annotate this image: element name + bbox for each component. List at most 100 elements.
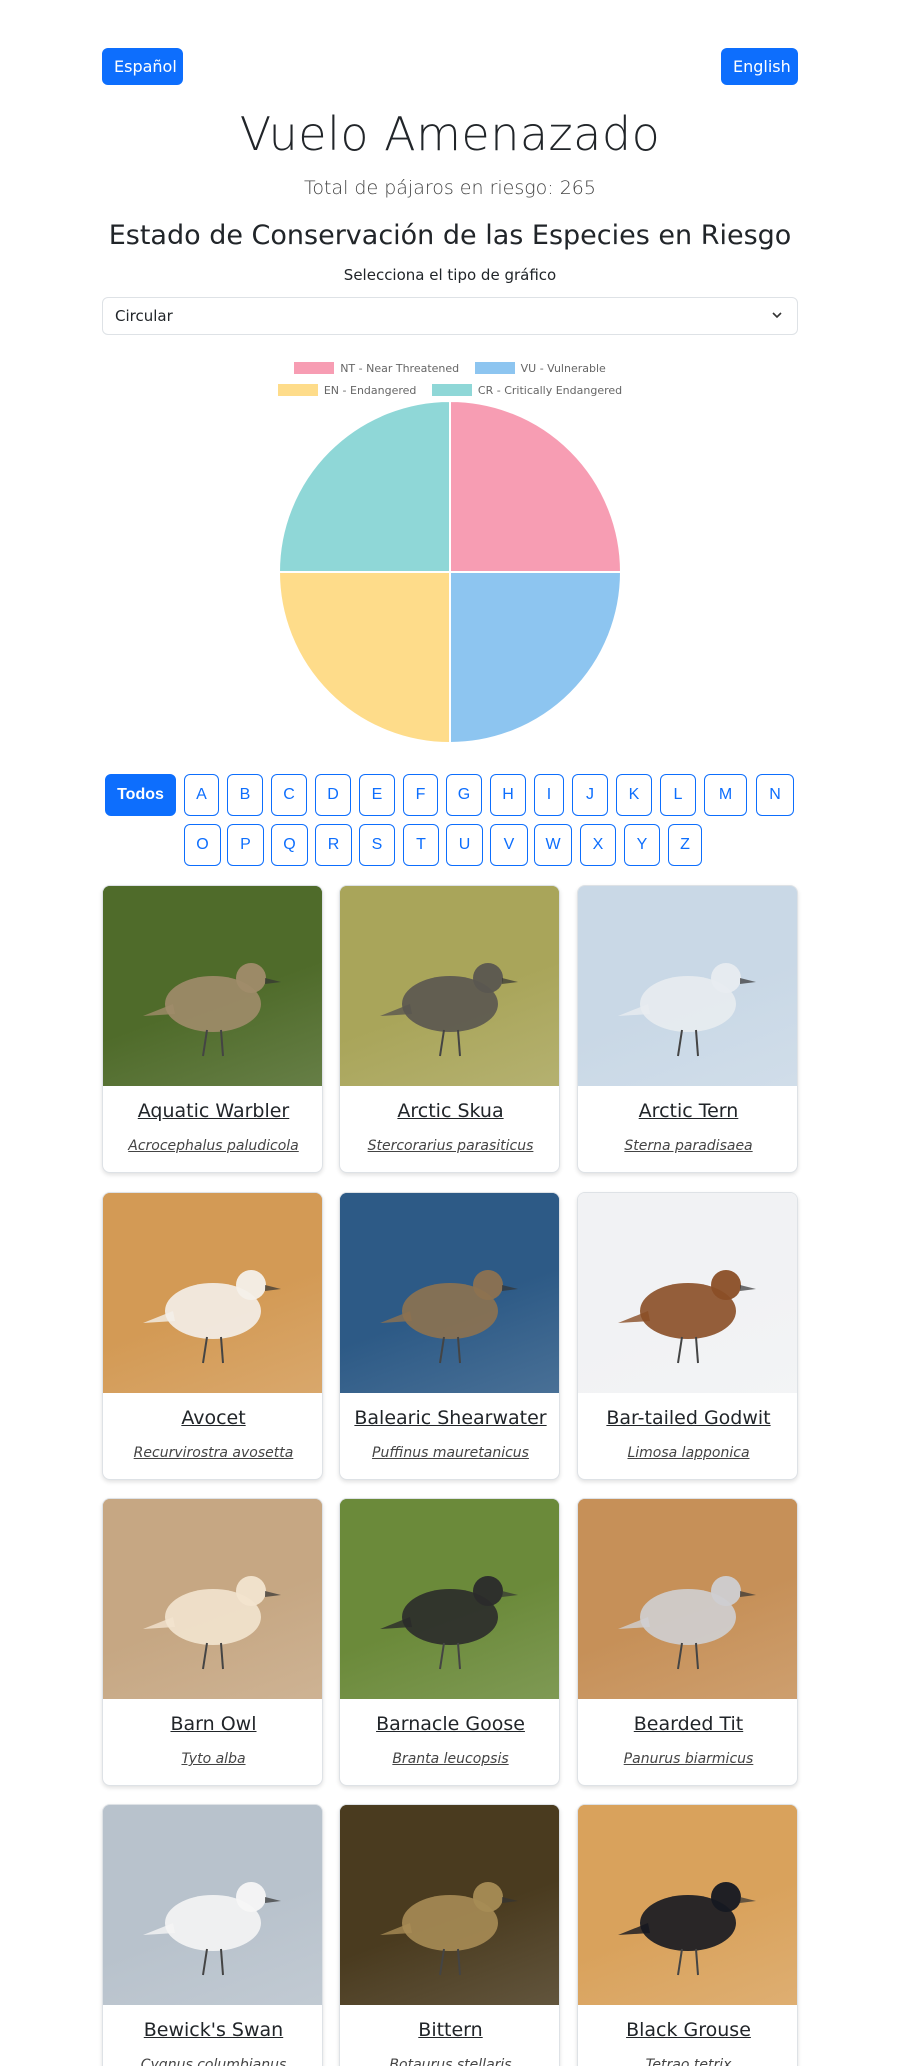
legend-swatch [294, 362, 335, 374]
bird-common-name[interactable]: Avocet [103, 1407, 322, 1429]
legend-label: EN - Endangered [323, 384, 417, 397]
legend-label: CR - Critically Endangered [477, 384, 623, 397]
filter-letter-j[interactable]: J [572, 774, 608, 816]
chart-type-label: Selecciona el tipo de gráfico [343, 266, 557, 284]
bird-scientific-name[interactable]: Panurus biarmicus [578, 1751, 797, 1767]
bird-card[interactable]: Aquatic Warbler Acrocephalus paludicola [102, 885, 323, 1173]
filter-letter-g[interactable]: G [446, 774, 482, 816]
bird-scientific-name[interactable]: Sterna paradisaea [578, 1138, 797, 1154]
bird-scientific-name[interactable]: Acrocephalus paludicola [103, 1138, 322, 1154]
english-language-button[interactable]: English [721, 48, 798, 85]
filter-letter-b[interactable]: B [227, 774, 263, 816]
bird-common-name[interactable]: Barn Owl [103, 1713, 322, 1735]
conservation-chart: NT - Near Threatened VU - Vulnerable EN … [102, 350, 798, 760]
tit-photo[interactable] [578, 1499, 797, 1699]
bird-scientific-name[interactable]: Limosa lapponica [578, 1445, 797, 1461]
chart-section-title: Estado de Conservación de las Especies e… [108, 220, 792, 251]
chart-type-select[interactable]: Circular [102, 297, 798, 335]
filter-letter-x[interactable]: X [580, 824, 616, 866]
bird-common-name[interactable]: Aquatic Warbler [103, 1100, 322, 1122]
filter-letter-i[interactable]: I [534, 774, 564, 816]
bird-card[interactable]: Barn Owl Tyto alba [102, 1498, 323, 1786]
bird-common-name[interactable]: Balearic Shearwater [340, 1407, 559, 1429]
bird-card[interactable]: Arctic Skua Stercorarius parasiticus [339, 885, 560, 1173]
bird-scientific-name[interactable]: Recurvirostra avosetta [103, 1445, 322, 1461]
bird-scientific-name[interactable]: Cygnus columbianus [103, 2057, 322, 2066]
filter-letter-q[interactable]: Q [271, 824, 308, 866]
pie-slice-1[interactable] [449, 571, 623, 745]
bittern-photo[interactable] [340, 1805, 559, 2005]
filter-letter-r[interactable]: R [315, 824, 352, 866]
avocet-photo[interactable] [103, 1193, 322, 1393]
swan-photo[interactable] [103, 1805, 322, 2005]
filter-letter-e[interactable]: E [359, 774, 395, 816]
filter-letter-p[interactable]: P [227, 824, 264, 866]
filter-letter-k[interactable]: K [616, 774, 652, 816]
pie-slice-0[interactable] [449, 400, 623, 573]
skua-photo[interactable] [340, 886, 559, 1086]
bird-card[interactable]: Arctic Tern Sterna paradisaea [577, 885, 798, 1173]
owl-photo[interactable] [103, 1499, 322, 1699]
pie-chart [277, 400, 623, 745]
filter-letter-s[interactable]: S [359, 824, 395, 866]
pie-slice-3[interactable] [277, 400, 451, 573]
bird-common-name[interactable]: Bearded Tit [578, 1713, 797, 1735]
filter-letter-y[interactable]: Y [624, 824, 660, 866]
bird-scientific-name[interactable]: Tyto alba [103, 1751, 322, 1767]
grouse-photo[interactable] [578, 1805, 797, 2005]
filter-all-button[interactable]: Todos [105, 774, 176, 816]
pie-slice-2[interactable] [277, 571, 451, 745]
bird-card[interactable]: Bearded Tit Panurus biarmicus [577, 1498, 798, 1786]
bird-common-name[interactable]: Bittern [340, 2019, 559, 2041]
bird-card[interactable]: Balearic Shearwater Puffinus mauretanicus [339, 1192, 560, 1480]
legend-item-nt[interactable]: NT - Near Threatened [294, 362, 459, 375]
filter-letter-c[interactable]: C [271, 774, 307, 816]
filter-letter-n[interactable]: N [756, 774, 794, 816]
filter-letter-v[interactable]: V [490, 824, 528, 866]
bird-card[interactable]: Bar-tailed Godwit Limosa lapponica [577, 1192, 798, 1480]
bird-common-name[interactable]: Barnacle Goose [340, 1713, 559, 1735]
warbler-photo[interactable] [103, 886, 322, 1086]
legend-item-cr[interactable]: CR - Critically Endangered [431, 384, 623, 397]
chart-type-value: Circular [115, 307, 173, 325]
filter-letter-a[interactable]: A [184, 774, 219, 816]
tern-photo[interactable] [578, 886, 797, 1086]
legend-swatch [431, 384, 472, 396]
bird-card[interactable]: Avocet Recurvirostra avosetta [102, 1192, 323, 1480]
bird-scientific-name[interactable]: Stercorarius parasiticus [340, 1138, 559, 1154]
filter-letter-l[interactable]: L [660, 774, 696, 816]
filter-letter-f[interactable]: F [403, 774, 438, 816]
godwit-photo[interactable] [578, 1193, 797, 1393]
shearwater-photo[interactable] [340, 1193, 559, 1393]
legend-row-1: NT - Near Threatened VU - Vulnerable [102, 362, 798, 375]
bird-common-name[interactable]: Black Grouse [578, 2019, 797, 2041]
spanish-language-button[interactable]: Español [102, 48, 183, 85]
bird-card[interactable]: Bittern Botaurus stellaris [339, 1804, 560, 2066]
bird-scientific-name[interactable]: Branta leucopsis [340, 1751, 559, 1767]
filter-letter-z[interactable]: Z [668, 824, 702, 866]
legend-item-en[interactable]: EN - Endangered [277, 384, 417, 397]
filter-letter-m[interactable]: M [704, 774, 747, 816]
filter-letter-o[interactable]: O [184, 824, 221, 866]
bird-common-name[interactable]: Bar-tailed Godwit [578, 1407, 797, 1429]
bird-scientific-name[interactable]: Botaurus stellaris [340, 2057, 559, 2066]
legend-label: NT - Near Threatened [340, 362, 460, 375]
filter-letter-t[interactable]: T [403, 824, 439, 866]
bird-common-name[interactable]: Arctic Skua [340, 1100, 559, 1122]
bird-card[interactable]: Barnacle Goose Branta leucopsis [339, 1498, 560, 1786]
filter-letter-u[interactable]: U [446, 824, 483, 866]
bird-card[interactable]: Bewick's Swan Cygnus columbianus [102, 1804, 323, 2066]
legend-swatch [277, 384, 318, 396]
bird-common-name[interactable]: Arctic Tern [578, 1100, 797, 1122]
legend-row-2: EN - Endangered CR - Critically Endanger… [102, 384, 798, 397]
bird-scientific-name[interactable]: Puffinus mauretanicus [340, 1445, 559, 1461]
bird-card[interactable]: Black Grouse Tetrao tetrix [577, 1804, 798, 2066]
filter-letter-w[interactable]: W [534, 824, 572, 866]
legend-swatch [474, 362, 515, 374]
bird-scientific-name[interactable]: Tetrao tetrix [578, 2057, 797, 2066]
goose-photo[interactable] [340, 1499, 559, 1699]
bird-common-name[interactable]: Bewick's Swan [103, 2019, 322, 2041]
filter-letter-h[interactable]: H [490, 774, 526, 816]
legend-item-vu[interactable]: VU - Vulnerable [474, 362, 606, 375]
filter-letter-d[interactable]: D [315, 774, 351, 816]
